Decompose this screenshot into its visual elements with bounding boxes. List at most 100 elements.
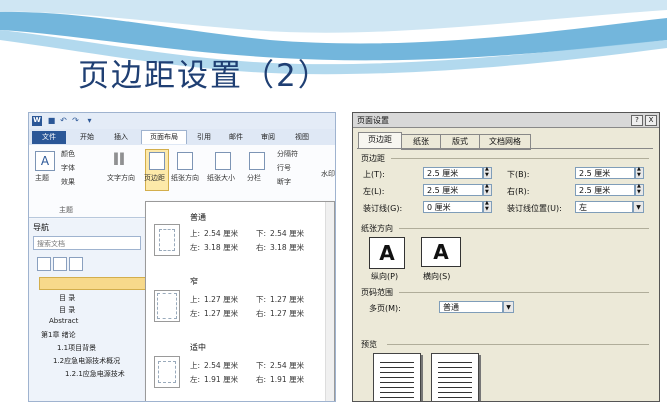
preset-bottom-value: 2.54 厘米 xyxy=(270,361,305,370)
preset-top-value: 2.54 厘米 xyxy=(204,361,239,370)
preset-right-label: 右: xyxy=(256,243,267,252)
portrait-icon[interactable]: A xyxy=(369,237,405,269)
nav-search-input[interactable]: 搜索文档 xyxy=(33,236,141,250)
top-margin-spinner[interactable] xyxy=(483,166,492,179)
section-divider xyxy=(387,344,649,345)
colors-button[interactable]: 颜色 xyxy=(61,149,75,159)
landscape-icon[interactable]: A xyxy=(421,237,461,267)
margins-icon xyxy=(149,152,165,170)
nav-title: 导航 xyxy=(33,223,49,232)
nav-pages-icon[interactable] xyxy=(53,257,67,271)
chevron-down-icon[interactable]: ▼ xyxy=(633,201,644,213)
preset-name[interactable]: 适中 xyxy=(190,342,206,353)
save-icon[interactable]: ■ xyxy=(47,116,56,125)
undo-icon[interactable]: ↶ xyxy=(59,116,68,125)
chevron-down-icon[interactable]: ▼ xyxy=(503,301,514,313)
ribbon-tabs: 文件 开始 插入 页面布局 引用 邮件 审阅 视图 xyxy=(29,129,335,145)
preset-page-icon[interactable] xyxy=(154,290,180,322)
preset-left-label: 左: xyxy=(190,243,201,252)
close-button[interactable]: X xyxy=(645,115,657,126)
columns-button[interactable]: 分栏 xyxy=(247,173,261,183)
redo-icon[interactable]: ↷ xyxy=(71,116,80,125)
preset-left-label: 左: xyxy=(190,375,201,384)
nav-collapse-bar[interactable] xyxy=(39,277,147,290)
watermark-button[interactable]: 水印 xyxy=(321,169,335,179)
margins-button[interactable]: 页边距 xyxy=(144,173,165,183)
dialog-title: 页面设置 xyxy=(357,116,389,125)
help-button[interactable]: ? xyxy=(631,115,643,126)
right-margin-input[interactable]: 2.5 厘米 xyxy=(575,184,635,196)
dialog-body: 页边距 上(T): 2.5 厘米 下(B): 2.5 厘米 左(L): 2.5 … xyxy=(357,148,653,401)
nav-results-icon[interactable] xyxy=(69,257,83,271)
customize-toolbar-icon[interactable]: ▾ xyxy=(85,116,94,125)
word-window: W ■ ↶ ↷ ▾ 文件 开始 插入 页面布局 引用 邮件 审阅 视图 A 主题… xyxy=(28,112,336,402)
hyphenation-button[interactable]: 断字 xyxy=(277,177,291,187)
preset-page-icon[interactable] xyxy=(154,356,180,388)
tab-page-layout[interactable]: 页面布局 xyxy=(141,130,187,144)
preset-left-value: 1.27 厘米 xyxy=(204,309,239,318)
preset-bottom-value: 2.54 厘米 xyxy=(270,229,305,238)
tab-view[interactable]: 视图 xyxy=(289,131,315,144)
preset-top-label: 上: xyxy=(190,229,201,238)
gutter-input[interactable]: 0 厘米 xyxy=(423,201,483,213)
gutter-position-label: 装订线位置(U): xyxy=(507,204,562,213)
preset-right-value: 1.91 厘米 xyxy=(270,375,305,384)
nav-item[interactable]: 第1章 绪论 xyxy=(41,330,76,340)
left-margin-spinner[interactable] xyxy=(483,183,492,196)
size-icon xyxy=(215,152,231,170)
gutter-label: 装订线(G): xyxy=(363,204,403,213)
tab-file[interactable]: 文件 xyxy=(32,131,66,144)
gutter-position-select[interactable]: 左 xyxy=(575,201,633,213)
size-button[interactable]: 纸张大小 xyxy=(207,173,235,183)
fonts-button[interactable]: 字体 xyxy=(61,163,75,173)
preset-right-value: 3.18 厘米 xyxy=(270,243,305,252)
portrait-label[interactable]: 纵向(P) xyxy=(371,271,398,282)
multiple-pages-label: 多页(M): xyxy=(369,304,401,313)
orientation-button[interactable]: 纸张方向 xyxy=(171,173,199,183)
nav-headings-icon[interactable] xyxy=(37,257,51,271)
tab-mailings[interactable]: 邮件 xyxy=(223,131,249,144)
tab-insert[interactable]: 插入 xyxy=(107,131,135,144)
preset-top-value: 1.27 厘米 xyxy=(204,295,239,304)
preset-left-label: 左: xyxy=(190,309,201,318)
themes-icon[interactable]: A xyxy=(35,151,55,171)
landscape-label[interactable]: 横向(S) xyxy=(423,271,450,282)
nav-item[interactable]: 目 录 xyxy=(59,305,75,315)
nav-item[interactable]: 1.2应急电源技术概况 xyxy=(53,356,120,366)
bottom-margin-input[interactable]: 2.5 厘米 xyxy=(575,167,635,179)
tab-references[interactable]: 引用 xyxy=(191,131,217,144)
preset-page-icon[interactable] xyxy=(154,224,180,256)
tab-review[interactable]: 审阅 xyxy=(255,131,281,144)
top-margin-label: 上(T): xyxy=(363,170,385,179)
preview-page xyxy=(431,353,479,401)
preview-section-label: 预览 xyxy=(361,340,377,349)
text-direction-icon[interactable]: ‖‖ xyxy=(113,151,127,169)
quick-access-toolbar: W ■ ↶ ↷ ▾ xyxy=(29,113,335,129)
page-setup-dialog: 页面设置 ? X 页边距 纸张 版式 文档网格 页边距 上(T): 2.5 厘米… xyxy=(352,112,660,402)
word-logo-icon: W xyxy=(32,116,42,126)
preset-name[interactable]: 窄 xyxy=(190,276,198,287)
nav-item[interactable]: 1.1项目背景 xyxy=(57,343,96,353)
text-direction-button[interactable]: 文字方向 xyxy=(107,173,135,183)
effects-button[interactable]: 效果 xyxy=(61,177,75,187)
left-margin-input[interactable]: 2.5 厘米 xyxy=(423,184,483,196)
dialog-tab-margins[interactable]: 页边距 xyxy=(358,132,402,149)
breaks-button[interactable]: 分隔符 xyxy=(277,149,298,159)
bottom-margin-spinner[interactable] xyxy=(635,166,644,179)
nav-item[interactable]: 1.2.1应急电源技术 xyxy=(65,369,125,379)
gutter-spinner[interactable] xyxy=(483,200,492,213)
tab-home[interactable]: 开始 xyxy=(73,131,101,144)
right-margin-spinner[interactable] xyxy=(635,183,644,196)
preset-left-value: 3.18 厘米 xyxy=(204,243,239,252)
nav-item[interactable]: Abstract xyxy=(49,317,78,325)
preset-name[interactable]: 普通 xyxy=(190,212,206,223)
nav-item[interactable]: 目 录 xyxy=(59,293,75,303)
columns-icon xyxy=(249,152,265,170)
top-margin-input[interactable]: 2.5 厘米 xyxy=(423,167,483,179)
multiple-pages-select[interactable]: 普通 xyxy=(439,301,503,313)
preset-bottom-label: 下: xyxy=(256,295,267,304)
pages-section-label: 页码范围 xyxy=(361,288,393,297)
margins-section-label: 页边距 xyxy=(361,154,385,163)
line-numbers-button[interactable]: 行号 xyxy=(277,163,291,173)
dropdown-scrollbar[interactable] xyxy=(325,202,334,401)
